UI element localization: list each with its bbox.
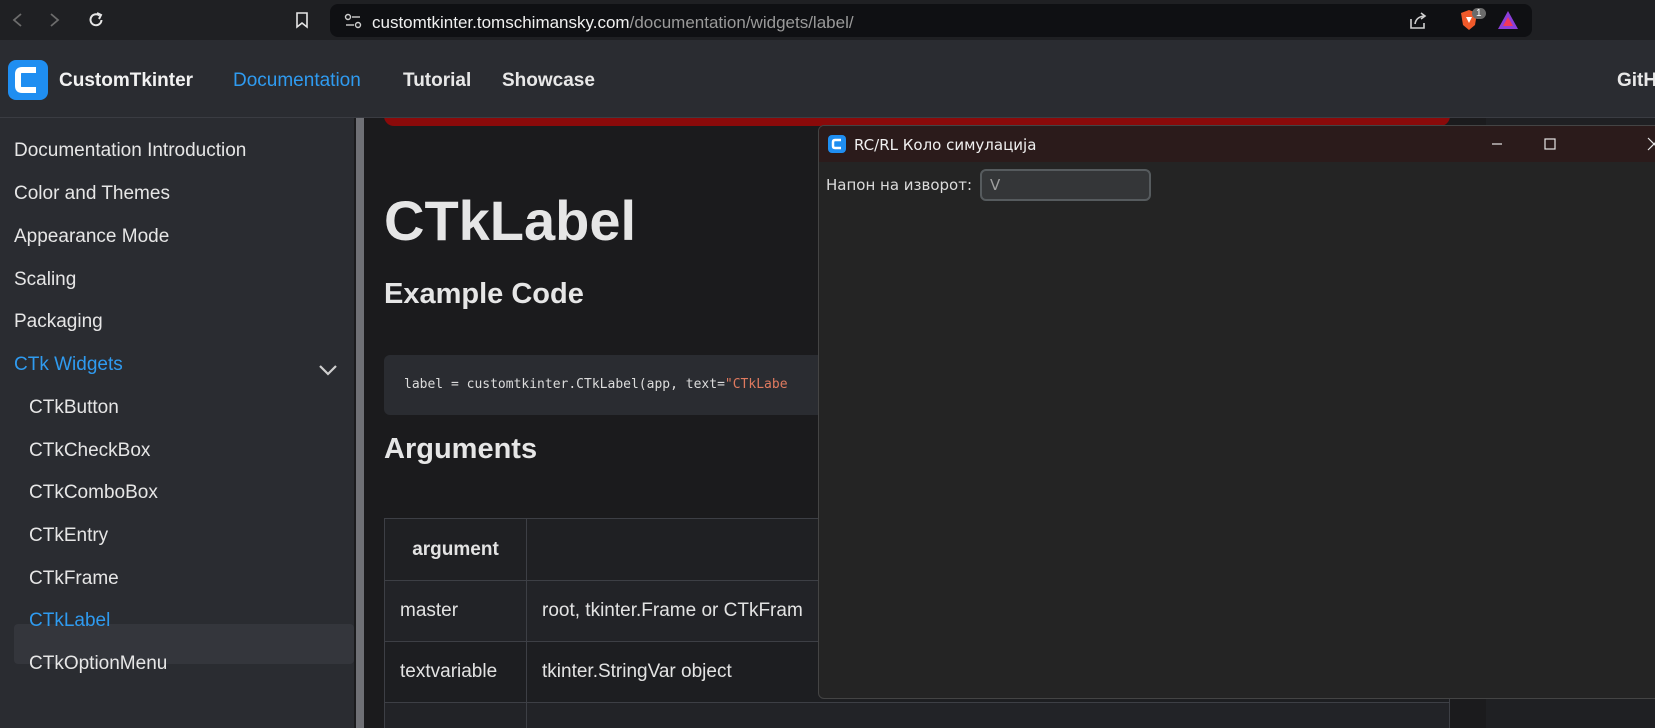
table-cell (526, 702, 1450, 728)
sidebar-scrollbar[interactable] (356, 118, 364, 728)
code-plain: label = customtkinter.CTkLabel(app, text… (404, 377, 725, 392)
site-info-icon[interactable] (344, 13, 362, 34)
table-header-argument: argument (384, 518, 527, 581)
url-text: customtkinter.tomschimansky.com/document… (372, 13, 854, 33)
nav-showcase[interactable]: Showcase (502, 70, 595, 92)
sidebar-item-ctkentry[interactable]: CTkEntry (29, 525, 108, 547)
sidebar-item-ctklabel[interactable]: CTkLabel (29, 610, 110, 632)
code-line: label = customtkinter.CTkLabel(app, text… (404, 377, 788, 392)
code-string: "CTkLabe (724, 377, 788, 392)
sidebar-item-ctkoptionmenu[interactable]: CTkOptionMenu (29, 653, 167, 675)
table-row (384, 702, 1450, 728)
tk-app-window[interactable]: RC/RL Коло симулација Напон на изворот: (818, 125, 1655, 699)
back-button[interactable] (6, 8, 30, 32)
page-title: CTkLabel (384, 189, 637, 252)
voltage-input[interactable] (980, 169, 1151, 201)
table-cell: master (384, 580, 527, 642)
url-host: customtkinter.tomschimansky.com (372, 13, 630, 32)
url-path: /documentation/widgets/label/ (629, 13, 854, 32)
share-icon[interactable] (1408, 11, 1428, 36)
sidebar-item-color-and-themes[interactable]: Color and Themes (14, 183, 170, 205)
sidebar-item-ctkbutton[interactable]: CTkButton (29, 397, 119, 419)
arguments-heading: Arguments (384, 433, 538, 465)
forward-button[interactable] (42, 8, 66, 32)
sidebar-item-packaging[interactable]: Packaging (14, 311, 103, 333)
table-cell (384, 702, 527, 728)
nav-documentation[interactable]: Documentation (233, 70, 361, 92)
close-button[interactable] (1639, 132, 1655, 156)
bookmark-icon[interactable] (290, 8, 314, 32)
brave-badge: 1 (1472, 8, 1486, 19)
sidebar-item-ctk-widgets[interactable]: CTk Widgets (14, 354, 123, 376)
docs-sidebar: Documentation Introduction Color and The… (0, 118, 354, 728)
brand-name[interactable]: CustomTkinter (59, 70, 193, 92)
address-bar[interactable]: customtkinter.tomschimansky.com/document… (330, 4, 1532, 37)
sidebar-item-ctkframe[interactable]: CTkFrame (29, 568, 119, 590)
example-code-heading: Example Code (384, 278, 584, 310)
nav-tutorial[interactable]: Tutorial (403, 70, 471, 92)
browser-toolbar: customtkinter.tomschimansky.com/document… (0, 0, 1655, 40)
minimize-button[interactable] (1482, 132, 1512, 156)
maximize-button[interactable] (1535, 132, 1565, 156)
nav-github[interactable]: GitH (1617, 70, 1655, 92)
reload-button[interactable] (84, 8, 108, 32)
voltage-label: Напон на изворот: (826, 176, 973, 194)
tk-window-title: RC/RL Коло симулација (854, 136, 1037, 154)
sidebar-item-ctkcheckbox[interactable]: CTkCheckBox (29, 440, 150, 462)
brave-rewards-icon[interactable] (1497, 9, 1519, 36)
site-header: CustomTkinter Documentation Tutorial Sho… (0, 40, 1655, 118)
chevron-down-icon[interactable] (318, 363, 338, 381)
sidebar-item-documentation-introduction[interactable]: Documentation Introduction (14, 140, 246, 162)
sidebar-item-ctkcombobox[interactable]: CTkComboBox (29, 482, 158, 504)
customtkinter-logo-icon[interactable] (8, 60, 48, 105)
app-icon (828, 135, 846, 158)
tk-titlebar[interactable]: RC/RL Коло симулација (819, 126, 1655, 162)
table-cell: textvariable (384, 641, 527, 703)
sidebar-item-appearance-mode[interactable]: Appearance Mode (14, 226, 169, 248)
sidebar-item-scaling[interactable]: Scaling (14, 269, 76, 291)
